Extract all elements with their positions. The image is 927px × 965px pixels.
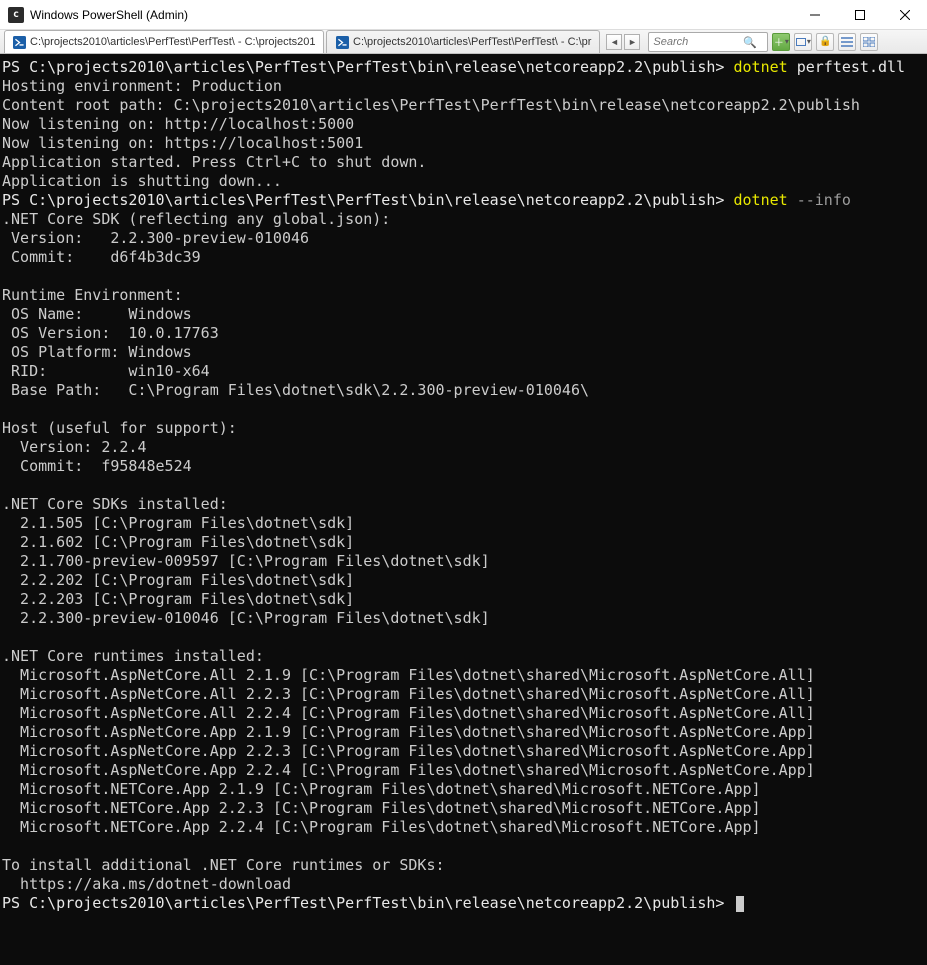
output-line: 2.1.505 [C:\Program Files\dotnet\sdk] xyxy=(2,514,354,532)
output-line: Host (useful for support): xyxy=(2,419,237,437)
output-line: Now listening on: https://localhost:5001 xyxy=(2,134,363,152)
command-dotnet: dotnet xyxy=(734,58,788,76)
search-input[interactable] xyxy=(653,36,743,48)
output-line: Microsoft.NETCore.App 2.2.3 [C:\Program … xyxy=(2,799,761,817)
window-controls xyxy=(792,1,927,29)
output-line: Version: 2.2.4 xyxy=(2,438,147,456)
window-title: Windows PowerShell (Admin) xyxy=(30,8,792,22)
output-line: https://aka.ms/dotnet-download xyxy=(2,875,291,893)
tab-next-button[interactable]: ► xyxy=(624,34,640,50)
output-line: 2.2.202 [C:\Program Files\dotnet\sdk] xyxy=(2,571,354,589)
output-line: .NET Core runtimes installed: xyxy=(2,647,264,665)
output-line: Microsoft.AspNetCore.App 2.2.3 [C:\Progr… xyxy=(2,742,815,760)
tab-bar: C:\projects2010\articles\PerfTest\PerfTe… xyxy=(0,30,927,54)
output-line: OS Platform: Windows xyxy=(2,343,192,361)
window-titlebar: c Windows PowerShell (Admin) xyxy=(0,0,927,30)
minimize-button[interactable] xyxy=(792,1,837,29)
output-line: 2.2.300-preview-010046 [C:\Program Files… xyxy=(2,609,490,627)
output-line: Now listening on: http://localhost:5000 xyxy=(2,115,354,133)
text-cursor xyxy=(736,896,744,912)
output-line: OS Version: 10.0.17763 xyxy=(2,324,219,342)
search-box[interactable]: 🔍 xyxy=(648,32,768,52)
output-line: Commit: d6f4b3dc39 xyxy=(2,248,201,266)
command-arg: --info xyxy=(788,191,851,209)
tab-prev-button[interactable]: ◄ xyxy=(606,34,622,50)
list-view-button[interactable] xyxy=(838,33,856,51)
output-line: 2.2.203 [C:\Program Files\dotnet\sdk] xyxy=(2,590,354,608)
tab-nav: ◄ ► xyxy=(602,30,644,53)
search-icon: 🔍 xyxy=(743,36,757,49)
output-line: Hosting environment: Production xyxy=(2,77,282,95)
powershell-icon xyxy=(13,35,26,49)
tab-2[interactable]: C:\projects2010\articles\PerfTest\PerfTe… xyxy=(326,30,600,53)
maximize-button[interactable] xyxy=(837,1,882,29)
command-arg: perftest.dll xyxy=(788,58,905,76)
command-dotnet: dotnet xyxy=(734,191,788,209)
toolbar-buttons: ＋ 🔒 xyxy=(772,30,884,53)
close-button[interactable] xyxy=(882,1,927,29)
output-line: Content root path: C:\projects2010\artic… xyxy=(2,96,860,114)
output-line: 2.1.602 [C:\Program Files\dotnet\sdk] xyxy=(2,533,354,551)
app-icon: c xyxy=(8,7,24,23)
terminal-output[interactable]: PS C:\projects2010\articles\PerfTest\Per… xyxy=(0,54,927,965)
output-line: Microsoft.AspNetCore.App 2.2.4 [C:\Progr… xyxy=(2,761,815,779)
output-line: RID: win10-x64 xyxy=(2,362,210,380)
lock-button[interactable]: 🔒 xyxy=(816,33,834,51)
powershell-icon xyxy=(335,35,349,49)
tab-1[interactable]: C:\projects2010\articles\PerfTest\PerfTe… xyxy=(4,30,324,53)
lock-icon: 🔒 xyxy=(819,36,831,47)
ps-prompt: PS C:\projects2010\articles\PerfTest\Per… xyxy=(2,191,734,209)
output-line: Commit: f95848e524 xyxy=(2,457,192,475)
ps-prompt: PS C:\projects2010\articles\PerfTest\Per… xyxy=(2,894,734,912)
grid-view-button[interactable] xyxy=(860,33,878,51)
output-line: Microsoft.NETCore.App 2.2.4 [C:\Program … xyxy=(2,818,761,836)
tab-1-label: C:\projects2010\articles\PerfTest\PerfTe… xyxy=(30,36,316,48)
output-line: Application is shutting down... xyxy=(2,172,282,190)
new-tab-button[interactable]: ＋ xyxy=(772,33,790,51)
output-line: To install additional .NET Core runtimes… xyxy=(2,856,445,874)
output-line: .NET Core SDK (reflecting any global.jso… xyxy=(2,210,390,228)
output-line: OS Name: Windows xyxy=(2,305,192,323)
ps-prompt: PS C:\projects2010\articles\PerfTest\Per… xyxy=(2,58,734,76)
output-line: Microsoft.AspNetCore.All 2.2.3 [C:\Progr… xyxy=(2,685,815,703)
output-line: Runtime Environment: xyxy=(2,286,183,304)
output-line: Microsoft.AspNetCore.All 2.1.9 [C:\Progr… xyxy=(2,666,815,684)
output-line: Base Path: C:\Program Files\dotnet\sdk\2… xyxy=(2,381,589,399)
output-line: Microsoft.AspNetCore.App 2.1.9 [C:\Progr… xyxy=(2,723,815,741)
output-line: .NET Core SDKs installed: xyxy=(2,495,228,513)
output-line: Microsoft.NETCore.App 2.1.9 [C:\Program … xyxy=(2,780,761,798)
output-line: Application started. Press Ctrl+C to shu… xyxy=(2,153,426,171)
output-line: Version: 2.2.300-preview-010046 xyxy=(2,229,309,247)
tab-2-label: C:\projects2010\articles\PerfTest\PerfTe… xyxy=(353,36,591,48)
window-options-button[interactable] xyxy=(794,33,812,51)
output-line: Microsoft.AspNetCore.All 2.2.4 [C:\Progr… xyxy=(2,704,815,722)
output-line: 2.1.700-preview-009597 [C:\Program Files… xyxy=(2,552,490,570)
